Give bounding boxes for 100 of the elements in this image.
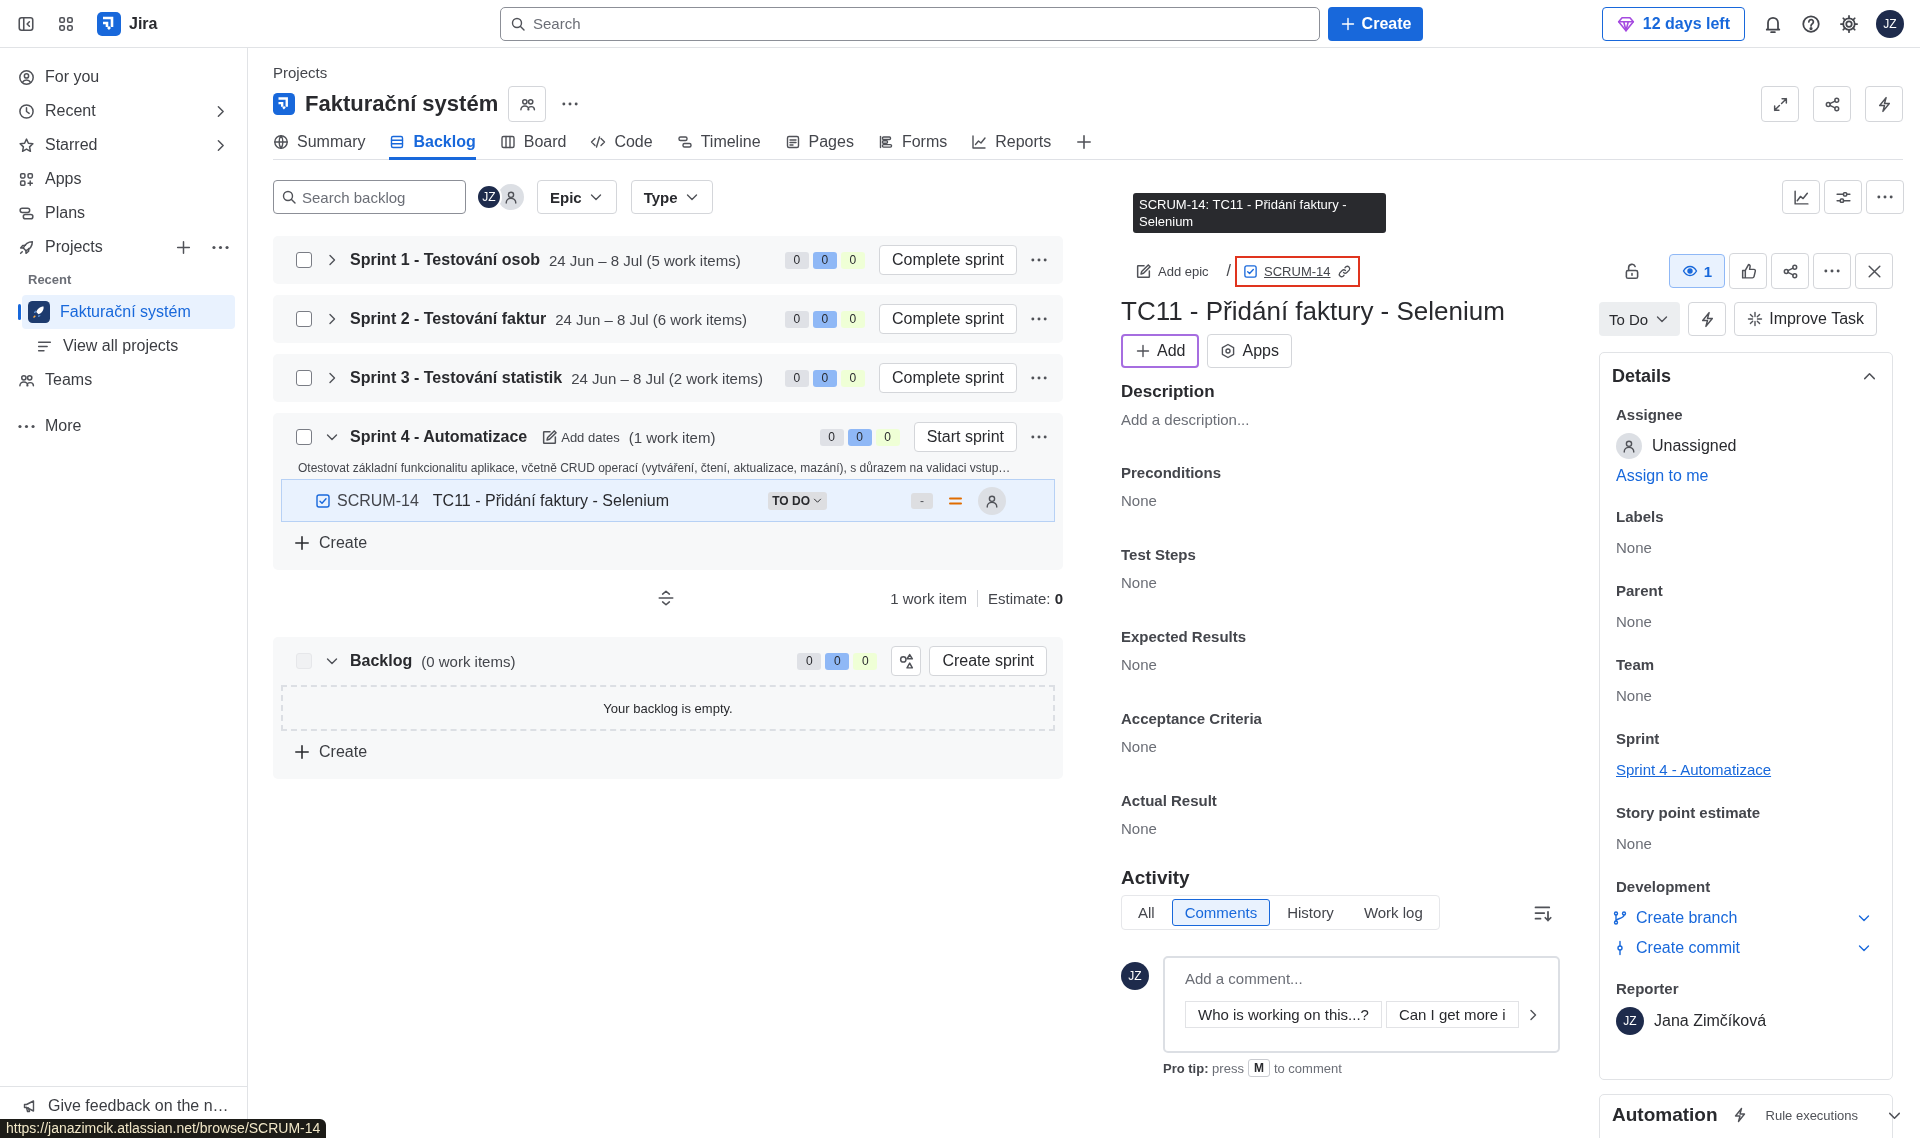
tab[interactable]: Board [499,123,567,160]
product-name[interactable]: Jira [129,14,158,33]
view-settings-button[interactable] [1824,180,1862,214]
sidebar-item[interactable]: Recent [12,94,235,128]
work-item-key[interactable]: SCRUM-14 [337,491,419,510]
more-icon[interactable] [212,244,229,250]
work-item-link[interactable]: SCRUM-14 [1235,255,1360,287]
activity-tab[interactable]: All [1125,899,1168,926]
activity-tab[interactable]: History [1274,899,1347,926]
field-value[interactable]: Jana Zimčíková [1654,1012,1767,1030]
field-value[interactable]: None [1616,611,1878,633]
sidebar-toggle-icon[interactable] [17,14,35,33]
resize-handle-icon[interactable] [657,589,675,607]
assign-link[interactable]: Assign to me [1616,467,1878,485]
people-button[interactable] [508,86,547,122]
search-field[interactable]: Search [500,6,1320,41]
add-icon[interactable] [175,238,192,256]
sprint-link[interactable]: Sprint 4 - Automatizace [1616,761,1772,778]
watch-button[interactable]: 1 [1669,254,1725,288]
insights-button[interactable] [1782,180,1820,214]
edit-icon [1135,262,1152,280]
comment-field[interactable]: Add a comment... Who is working on this...? Can I get more i [1163,956,1560,1053]
sidebar-item[interactable]: More [12,409,235,443]
tab[interactable]: Forms [877,123,948,160]
person-avatar[interactable] [498,184,524,210]
field-value[interactable]: None [1616,537,1878,559]
sidebar-item[interactable]: Projects [12,230,235,264]
expand-button[interactable] [1761,86,1799,122]
shapes-button[interactable] [891,646,922,676]
more-icon[interactable] [1031,317,1047,321]
field-value[interactable]: None [1121,819,1561,839]
field-value[interactable]: None [1616,833,1878,855]
more-icon[interactable] [562,102,579,106]
add-tab-icon[interactable] [1075,132,1094,151]
sidebar-item[interactable]: Teams [12,363,235,397]
checkbox[interactable] [296,429,312,445]
status-dropdown[interactable]: To Do [1599,302,1681,336]
field-value[interactable]: None [1616,685,1878,707]
dev-link[interactable]: Create commit [1636,939,1741,957]
tab[interactable]: Summary [273,123,366,160]
avatar[interactable]: JZ [476,184,502,210]
sidebar-item[interactable]: For you [12,60,235,94]
app-switcher-icon[interactable] [57,14,75,33]
filter-dropdown[interactable]: Type [630,180,713,214]
activity-tab[interactable]: Comments [1171,899,1271,926]
breadcrumb-link[interactable]: Projects [273,62,1903,84]
field-value[interactable]: None [1121,573,1561,593]
feedback-link[interactable]: Give feedback on the n… [22,1095,229,1117]
field-value[interactable]: None [1121,491,1561,511]
trial-button[interactable]: 12 days left [1601,6,1745,41]
sidebar-item[interactable]: View all projects [22,329,235,363]
add-dates-link[interactable]: Add dates [541,428,620,446]
checkbox[interactable] [296,370,312,386]
suggestion-chip[interactable]: Can I get more i [1385,1001,1519,1028]
close-button[interactable] [1855,253,1893,289]
tab[interactable]: Pages [784,123,854,160]
like-button[interactable] [1729,253,1767,289]
sidebar-item[interactable]: Starred [12,128,235,162]
sidebar-item[interactable]: Apps [12,162,235,196]
sidebar-item[interactable]: Plans [12,196,235,230]
help-icon[interactable] [1801,13,1821,34]
tab[interactable]: Code [590,123,653,160]
field-value[interactable]: Unassigned [1652,437,1737,455]
share-button[interactable] [1813,86,1851,122]
settings-icon[interactable] [1839,13,1859,34]
apps-button[interactable]: Apps [1207,334,1292,368]
field-value[interactable]: None [1121,737,1561,757]
share-button[interactable] [1771,253,1809,289]
tab[interactable]: Reports [971,123,1052,160]
dev-link[interactable]: Create branch [1636,909,1738,927]
create-button[interactable]: Create [1328,6,1423,41]
sprint-button[interactable]: Complete sprint [878,304,1017,334]
checkbox[interactable] [296,252,312,268]
field-value[interactable]: None [1121,655,1561,675]
improve-button[interactable]: Improve Task [1734,302,1878,336]
project-title: Fakturační systém [305,91,499,117]
lock-icon[interactable] [1623,262,1641,280]
work-item-row[interactable]: SCRUM-14 TC11 - Přidání faktury - Selenium TO DO - [281,479,1055,522]
sprint-button[interactable]: Start sprint [913,422,1017,452]
create-link[interactable]: Create [273,522,1063,570]
tab[interactable]: Backlog [389,123,476,160]
person-avatar[interactable] [978,486,1006,515]
automation-button[interactable] [1865,86,1903,122]
more-icon[interactable] [1031,258,1047,262]
more-icon[interactable] [1031,435,1047,439]
sprint-button[interactable]: Complete sprint [878,363,1017,393]
sprint-button[interactable]: Complete sprint [878,245,1017,275]
more-icon[interactable] [1031,376,1047,380]
suggestion-chip[interactable]: Who is working on this...? [1185,1001,1382,1028]
avatar[interactable]: JZ [1876,9,1904,38]
add-epic-link[interactable]: Add epic [1121,262,1209,280]
field-value[interactable]: Add a description... [1121,410,1561,430]
checkbox[interactable] [296,311,312,327]
tab[interactable]: Timeline [676,123,761,160]
status-dropdown[interactable]: TO DO [768,491,827,510]
automation-button[interactable] [1688,302,1727,336]
search-field[interactable]: Search backlog [273,180,466,214]
add-button[interactable]: Add [1121,334,1200,368]
filter-dropdown[interactable]: Epic [537,180,617,214]
activity-tab[interactable]: Work log [1350,899,1436,926]
